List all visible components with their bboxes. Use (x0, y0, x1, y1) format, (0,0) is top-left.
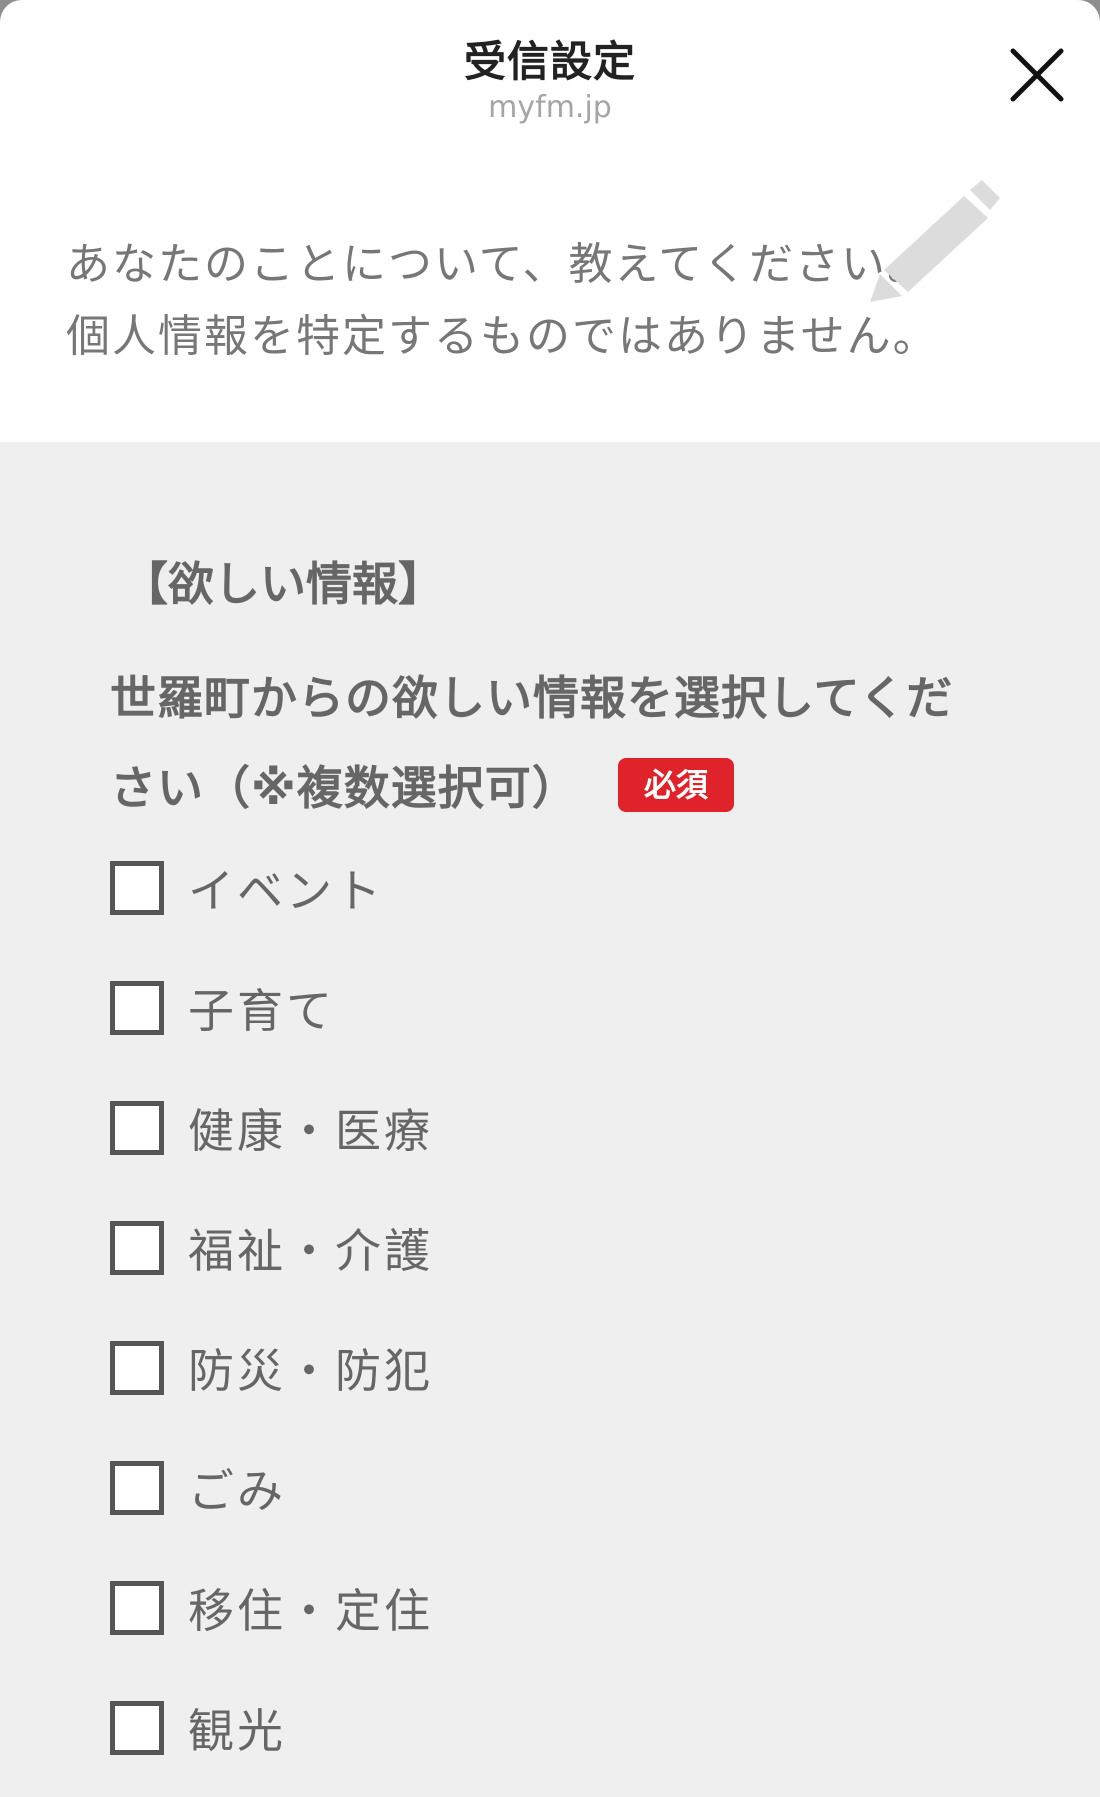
sheet-title: 受信設定 (463, 37, 636, 86)
required-badge: 必須 (618, 758, 734, 812)
close-icon (1010, 48, 1064, 102)
checkbox[interactable] (110, 1461, 164, 1515)
section-title: 【欲しい情報】 (122, 557, 444, 611)
preferences-form: 【欲しい情報】 世羅町からの欲しい情報を選択してくだ さい（※複数選択可） 必須… (0, 442, 1100, 1797)
question-text-line-1: 世羅町からの欲しい情報を選択してくだ (110, 671, 954, 725)
intro-text-line-1: あなたのことについて、教えてください。 (66, 239, 933, 290)
sheet-header: 受信設定 myfm.jp (0, 0, 1100, 160)
checkbox[interactable] (110, 1221, 164, 1275)
option-tourism[interactable]: 観光 (110, 1698, 810, 1758)
option-label: イベント (188, 864, 384, 918)
option-relocation-settlement[interactable]: 移住・定住 (110, 1578, 810, 1638)
checkbox[interactable] (110, 981, 164, 1035)
receive-settings-sheet: 受信設定 myfm.jp あなたのことについて、教えてください。 個人情報を特定… (0, 0, 1100, 1797)
option-health-medical[interactable]: 健康・医療 (110, 1098, 810, 1158)
option-label: ごみ (188, 1464, 286, 1518)
checkbox[interactable] (110, 1101, 164, 1155)
checkbox[interactable] (110, 861, 164, 915)
option-welfare-care[interactable]: 福祉・介護 (110, 1218, 810, 1278)
checkbox[interactable] (110, 1701, 164, 1755)
checkbox[interactable] (110, 1581, 164, 1635)
option-disaster-crime-prevention[interactable]: 防災・防犯 (110, 1338, 810, 1398)
option-label: 福祉・介護 (188, 1224, 433, 1278)
intro-text-line-2: 個人情報を特定するものではありません。 (66, 311, 939, 362)
option-event[interactable]: イベント (110, 858, 810, 918)
option-label: 防災・防犯 (188, 1344, 433, 1398)
sheet-subtitle-domain: myfm.jp (488, 90, 612, 125)
checkbox[interactable] (110, 1341, 164, 1395)
option-label: 観光 (188, 1704, 286, 1758)
close-button[interactable] (1008, 46, 1066, 104)
option-childcare[interactable]: 子育て (110, 978, 810, 1038)
option-garbage[interactable]: ごみ (110, 1458, 810, 1518)
option-label: 健康・医療 (188, 1104, 433, 1158)
option-label: 子育て (188, 984, 335, 1038)
question-text-line-2: さい（※複数選択可） (110, 761, 579, 815)
pencil-icon (870, 180, 1000, 302)
option-label: 移住・定住 (188, 1584, 433, 1638)
